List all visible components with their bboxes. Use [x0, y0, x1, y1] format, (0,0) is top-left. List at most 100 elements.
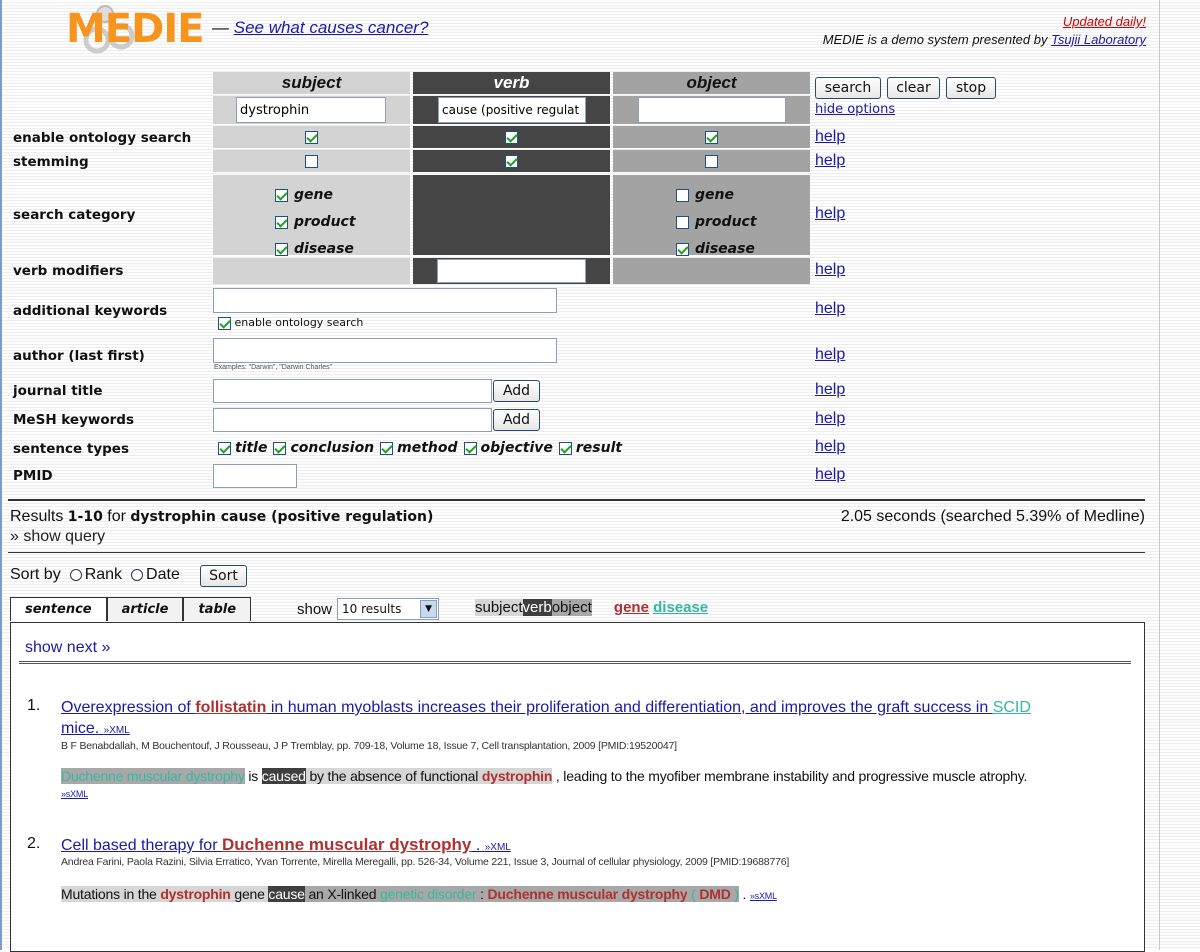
author-example: Examples: "Darwin", "Darwin Charles" — [214, 364, 333, 371]
title-disease[interactable]: Duchenne muscular dystrophy — [222, 835, 471, 854]
author-input[interactable] — [213, 338, 557, 363]
title-text[interactable]: Overexpression of — [61, 699, 195, 716]
subject-product-checkbox[interactable] — [275, 215, 288, 229]
ontology-label: enable ontology search — [13, 130, 192, 146]
subject-modifier-cell — [213, 258, 410, 284]
search-button[interactable]: search — [815, 77, 881, 99]
disease-label: disease — [695, 241, 755, 257]
keywords-input[interactable] — [213, 288, 557, 313]
tab-article[interactable]: article — [106, 597, 184, 621]
journal-input[interactable] — [213, 379, 492, 403]
sentence-types-label: sentence types — [13, 441, 129, 457]
conclusion-checkbox[interactable] — [273, 441, 287, 455]
tab-table[interactable]: table — [183, 597, 252, 621]
sentence-object-disease: genetic disorder — [380, 886, 477, 902]
results-count-value: 10 results — [342, 602, 402, 616]
object-ontology-checkbox[interactable] — [705, 130, 718, 144]
author-help-link[interactable]: help — [815, 346, 845, 364]
method-type-label: method — [397, 440, 458, 456]
category-help-link[interactable]: help — [815, 205, 845, 223]
sort-button[interactable]: Sort — [200, 565, 247, 587]
result-number: 1. — [27, 697, 41, 714]
title-disease[interactable]: SCID — [993, 699, 1031, 716]
title-checkbox[interactable] — [218, 441, 231, 455]
verb-stemming-checkbox[interactable] — [505, 154, 518, 168]
tab-sentence[interactable]: sentence — [10, 597, 107, 621]
results-count-select[interactable]: 10 results ▼ — [337, 598, 440, 620]
verb-modifier-input[interactable] — [437, 259, 586, 283]
subject-input[interactable] — [236, 97, 386, 123]
journal-add-button[interactable]: Add — [493, 380, 540, 402]
stop-button[interactable]: stop — [946, 77, 996, 99]
results-query: dystrophin cause (positive regulation) — [130, 509, 434, 525]
object-header: object — [613, 72, 810, 94]
result-title-link[interactable]: Cell based therapy for Duchenne muscular… — [61, 835, 511, 855]
result-title-link[interactable]: Overexpression of follistatin in human m… — [61, 697, 1121, 741]
sentence-types-options: title conclusion method objective result — [218, 440, 628, 456]
object-disease-checkbox[interactable] — [676, 242, 689, 256]
subject-ontology-checkbox[interactable] — [305, 130, 318, 144]
journal-label: journal title — [13, 383, 103, 399]
object-gene-checkbox[interactable] — [676, 188, 689, 202]
results-panel: show next » 1. Overexpression of follist… — [10, 622, 1145, 952]
legend-object: object — [551, 599, 592, 616]
title-text[interactable]: in human myoblasts increases their proli… — [266, 699, 992, 716]
mesh-help-link[interactable]: help — [815, 410, 845, 428]
tsujii-lab-link[interactable]: Tsujii Laboratory — [1051, 32, 1146, 47]
mesh-input[interactable] — [213, 408, 492, 432]
ontology-help-link[interactable]: help — [815, 128, 845, 146]
see-causes-cancer-link[interactable]: See what causes cancer? — [234, 18, 429, 37]
show-next-link[interactable]: show next » — [25, 639, 110, 657]
xml-link[interactable]: »XML — [104, 725, 130, 736]
rank-radio[interactable] — [69, 569, 82, 581]
subject-header: subject — [213, 72, 410, 94]
show-query-link[interactable]: » show query — [10, 528, 105, 546]
results-prefix: Results — [10, 508, 68, 525]
mesh-add-button[interactable]: Add — [493, 409, 540, 431]
verb-ontology-checkbox[interactable] — [505, 130, 518, 144]
result-checkbox[interactable] — [558, 441, 572, 455]
tagline: — See what causes cancer? — [212, 18, 428, 38]
subject-stemming-checkbox[interactable] — [305, 154, 318, 168]
result-type-label: result — [575, 440, 623, 456]
result-meta: B F Benabdallah, M Bouchentouf, J Rousse… — [61, 740, 677, 752]
object-stemming-checkbox[interactable] — [705, 154, 718, 168]
sentence-verb: cause — [268, 886, 305, 902]
chevron-down-icon[interactable]: ▼ — [420, 600, 438, 618]
pmid-help-link[interactable]: help — [815, 466, 845, 484]
keywords-ontology-option: enable ontology search — [218, 316, 363, 330]
updated-link-text[interactable]: Updated daily! — [1063, 14, 1146, 29]
results-summary: Results 1-10 for dystrophin cause (posit… — [10, 508, 433, 526]
sxml-link[interactable]: »sXML — [61, 789, 88, 799]
verb-input[interactable] — [438, 97, 586, 123]
title-gene[interactable]: follistatin — [195, 699, 266, 716]
demo-text: MEDIE is a demo system presented by Tsuj… — [823, 32, 1146, 47]
product-label: product — [294, 214, 356, 230]
logo-text: MEDIE — [66, 6, 205, 52]
method-checkbox[interactable] — [380, 441, 394, 455]
object-modifier-cell — [613, 258, 810, 284]
objective-checkbox[interactable] — [463, 441, 477, 455]
object-product-checkbox[interactable] — [676, 215, 689, 229]
title-text[interactable]: . — [471, 837, 484, 854]
subject-category-cell: gene product disease — [213, 175, 410, 257]
title-text[interactable]: mice. — [61, 720, 104, 737]
hide-options-link[interactable]: hide options — [815, 102, 895, 117]
sxml-link[interactable]: »sXML — [750, 891, 777, 901]
xml-link[interactable]: »XML — [485, 842, 511, 853]
title-text[interactable]: Cell based therapy for — [61, 837, 222, 854]
date-radio[interactable] — [131, 569, 144, 581]
sentence-types-help-link[interactable]: help — [815, 438, 845, 456]
stemming-help-link[interactable]: help — [815, 152, 845, 170]
legend-subject: subject — [475, 599, 523, 616]
verb-modifiers-help-link[interactable]: help — [815, 261, 845, 279]
subject-gene-checkbox[interactable] — [275, 188, 288, 202]
clear-button[interactable]: clear — [887, 77, 940, 99]
journal-help-link[interactable]: help — [815, 381, 845, 399]
pmid-input[interactable] — [213, 464, 297, 488]
keywords-ontology-checkbox[interactable] — [218, 316, 231, 330]
updated-daily-link[interactable]: Updated daily! — [1063, 14, 1146, 29]
keywords-help-link[interactable]: help — [815, 300, 845, 318]
object-input[interactable] — [638, 97, 786, 123]
subject-disease-checkbox[interactable] — [275, 242, 288, 256]
